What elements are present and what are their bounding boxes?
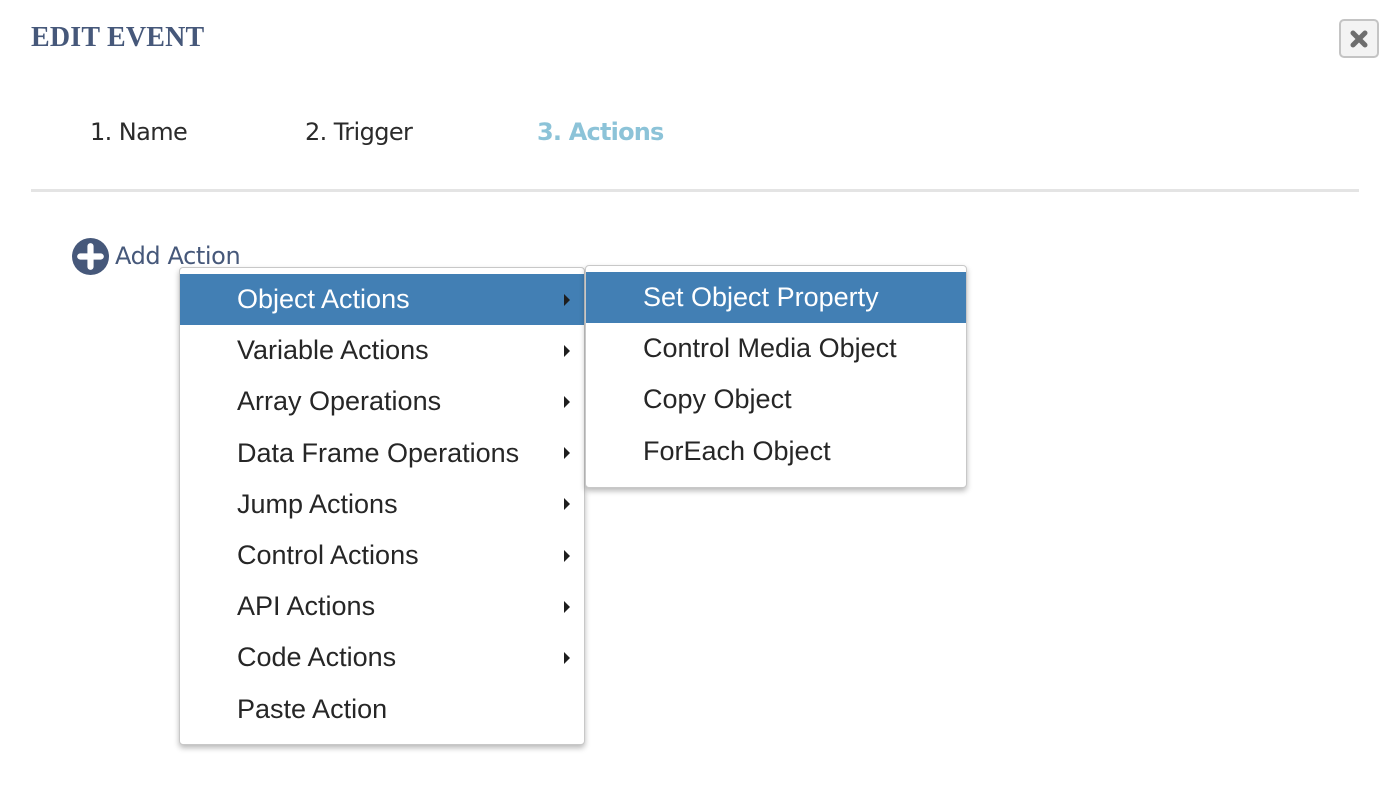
menu-item-object-actions[interactable]: Object Actions: [180, 274, 584, 326]
submenu-item-copy-object[interactable]: Copy Object: [586, 374, 966, 425]
submenu-item-foreach-object[interactable]: ForEach Object: [586, 426, 966, 477]
submenu-item-label: Copy Object: [643, 384, 792, 415]
submenu-item-label: Set Object Property: [643, 282, 879, 313]
submenu-arrow-icon: [564, 344, 570, 357]
submenu-arrow-icon: [564, 395, 570, 408]
submenu-item-label: Control Media Object: [643, 333, 897, 364]
divider: [31, 189, 1359, 192]
submenu-arrow-icon: [564, 600, 570, 613]
menu-item-label: API Actions: [237, 591, 376, 622]
menu-item-label: Array Operations: [237, 386, 442, 417]
submenu-arrow-icon: [564, 651, 570, 664]
menu-item-data-frame-operations[interactable]: Data Frame Operations: [180, 428, 584, 479]
submenu-arrow-icon: [564, 498, 570, 511]
step-tabs: 1. Name 2. Trigger 3. Actions: [0, 118, 1388, 158]
object-actions-submenu: Set Object Property Control Media Object C…: [585, 265, 967, 488]
submenu-arrow-icon: [564, 293, 570, 306]
action-category-menu: Object Actions Variable Actions Array Oper…: [179, 267, 585, 745]
submenu-item-control-media-object[interactable]: Control Media Object: [586, 323, 966, 374]
menu-item-label: Code Actions: [237, 642, 397, 673]
menu-item-label: Jump Actions: [237, 488, 398, 519]
submenu-item-set-object-property[interactable]: Set Object Property: [586, 272, 966, 324]
tab-trigger[interactable]: 2. Trigger: [305, 118, 413, 146]
tab-actions[interactable]: 3. Actions: [537, 118, 664, 146]
close-x-icon: [1350, 30, 1368, 47]
menu-item-control-actions[interactable]: Control Actions: [180, 530, 584, 581]
add-action-label: Add Action: [115, 242, 241, 270]
tab-name[interactable]: 1. Name: [90, 118, 188, 146]
dialog-title: EDIT EVENT: [31, 22, 205, 53]
close-button[interactable]: [1339, 19, 1379, 58]
menu-item-label: Control Actions: [237, 540, 419, 571]
plus-circle-icon: [72, 237, 109, 275]
menu-item-label: Data Frame Operations: [237, 437, 520, 468]
menu-item-jump-actions[interactable]: Jump Actions: [180, 479, 584, 530]
submenu-arrow-icon: [564, 447, 570, 460]
menu-item-api-actions[interactable]: API Actions: [180, 581, 584, 632]
menu-item-code-actions[interactable]: Code Actions: [180, 632, 584, 683]
submenu-item-label: ForEach Object: [643, 435, 831, 466]
menu-item-variable-actions[interactable]: Variable Actions: [180, 325, 584, 376]
menu-item-array-operations[interactable]: Array Operations: [180, 376, 584, 427]
menu-item-label: Variable Actions: [237, 335, 429, 366]
menu-item-label: Paste Action: [237, 693, 388, 724]
menu-item-paste-action[interactable]: Paste Action: [180, 684, 584, 735]
menu-item-label: Object Actions: [237, 284, 410, 315]
submenu-arrow-icon: [564, 549, 570, 562]
